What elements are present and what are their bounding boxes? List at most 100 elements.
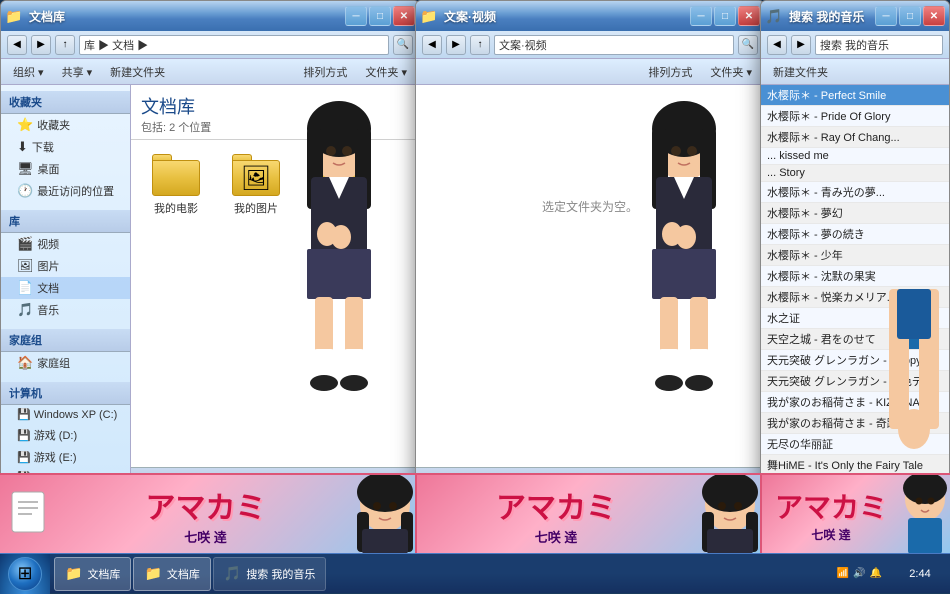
address-box-1[interactable]: 库 ▶ 文档 ▶	[79, 35, 389, 55]
toolbar-2: 排列方式 文件夹 ▾	[416, 59, 764, 85]
win-controls-1: ─ □ ✕	[345, 6, 415, 26]
titlebar-2[interactable]: 📁 文案·视频 ─ □ ✕	[416, 1, 764, 31]
search-btn-1[interactable]: 🔍	[393, 35, 413, 55]
sidebar-item-favorites[interactable]: ⭐收藏夹	[1, 114, 130, 136]
organize-btn-1[interactable]: 组织 ▾	[7, 62, 50, 82]
sort-value-1[interactable]: 文件夹 ▾	[359, 62, 413, 82]
address-text-3: 搜索 我的音乐	[820, 37, 889, 53]
titlebar-3[interactable]: 🎵 搜索 我的音乐 ─ □ ✕	[761, 1, 949, 31]
file-item-movies[interactable]: 我的电影	[141, 150, 211, 220]
music-item-0[interactable]: 水樱际＊ - Perfect Smile	[761, 85, 949, 106]
music-item-10[interactable]: 水樱际＊ - 悦楽カメリア...	[761, 287, 949, 308]
start-orb[interactable]: ⊞	[8, 557, 42, 591]
music-item-2[interactable]: 水樱际＊ - Ray Of Chang...	[761, 127, 949, 148]
file-grid-1: 我的电影 🖼 我的图片 🎵	[131, 140, 419, 230]
taskbar-item-music[interactable]: 🎵 搜索 我的音乐	[213, 557, 327, 591]
forward-btn-1[interactable]: ▶	[31, 35, 51, 55]
forward-btn-2[interactable]: ▶	[446, 35, 466, 55]
music-item-1[interactable]: 水樱际＊ - Pride Of Glory	[761, 106, 949, 127]
back-btn-3[interactable]: ◀	[767, 35, 787, 55]
sidebar-item-games-d[interactable]: 💾 游戏 (D:)	[1, 424, 130, 446]
window-body-1: 收藏夹 ⭐收藏夹 ⬇下载 🖥桌面 🕐最近访问的位置 库 🎬视频 🖼图片 📄文档 …	[1, 85, 419, 489]
maximize-btn-2[interactable]: □	[714, 6, 736, 26]
music-item-8[interactable]: 水樱际＊ - 少年	[761, 245, 949, 266]
address-box-3[interactable]: 搜索 我的音乐	[815, 35, 943, 55]
music-item-6[interactable]: 水樱际＊ - 夢幻	[761, 203, 949, 224]
empty-msg-2: 选定文件夹为空。	[542, 198, 638, 215]
lib-title-1: 文档库	[141, 93, 409, 119]
taskbar-item-explorer2[interactable]: 📁 文档库	[133, 557, 210, 591]
desktop: 📁 文档库 ─ □ ✕ ◀ ▶ ↑ 库 ▶ 文档 ▶ 🔍 组织 ▾ 共享 ▾ 新…	[0, 0, 950, 553]
music-item-14[interactable]: 天元突破 グレンラガン - 空色デイズ	[761, 371, 949, 392]
forward-btn-3[interactable]: ▶	[791, 35, 811, 55]
close-btn-2[interactable]: ✕	[738, 6, 760, 26]
lib-header-1: 文档库 包括: 2 个位置	[131, 85, 419, 140]
back-btn-1[interactable]: ◀	[7, 35, 27, 55]
minimize-btn-2[interactable]: ─	[690, 6, 712, 26]
close-btn-3[interactable]: ✕	[923, 6, 945, 26]
back-btn-2[interactable]: ◀	[422, 35, 442, 55]
address-text-1: 库 ▶ 文档 ▶	[84, 37, 148, 53]
window-icon-2: 📁	[420, 8, 436, 24]
file-item-pics[interactable]: 🖼 我的图片	[221, 150, 291, 220]
new-folder-btn-3[interactable]: 新建文件夹	[767, 62, 834, 82]
music-item-16[interactable]: 我が家のお稲荷さま - 奇跡 ～ I believe in you	[761, 413, 949, 434]
start-button[interactable]: ⊞	[0, 554, 50, 594]
window-icon-3: 🎵	[765, 8, 781, 24]
file-name-pics: 我的图片	[234, 200, 278, 216]
titlebar-1[interactable]: 📁 文档库 ─ □ ✕	[1, 1, 419, 31]
music-item-12[interactable]: 天空之城 - 君をのせて	[761, 329, 949, 350]
sidebar-item-desktop[interactable]: 🖥桌面	[1, 158, 130, 180]
taskbar-item-explorer1[interactable]: 📁 文档库	[54, 557, 131, 591]
sidebar-item-pictures[interactable]: 🖼图片	[1, 255, 130, 277]
sidebar-item-games-e[interactable]: 💾 游戏 (E:)	[1, 446, 130, 468]
sidebar-header-computer: 计算机	[1, 382, 130, 405]
up-btn-1[interactable]: ↑	[55, 35, 75, 55]
music-item-5[interactable]: 水樱际＊ - 青み光の夢...	[761, 182, 949, 203]
content-msg-2: 选定文件夹为空。	[416, 85, 764, 327]
minimize-btn-3[interactable]: ─	[875, 6, 897, 26]
sidebar-item-video[interactable]: 🎬视频	[1, 233, 130, 255]
banner-subtitle-2: 七咲 逹	[535, 527, 578, 546]
taskbar-clock[interactable]: 2:44	[890, 568, 950, 580]
tray-icon-action[interactable]: 🔔	[870, 568, 882, 579]
sidebar-item-winxp[interactable]: 💾 Windows XP (C:)	[1, 405, 130, 424]
search-btn-2[interactable]: 🔍	[738, 35, 758, 55]
minimize-btn-1[interactable]: ─	[345, 6, 367, 26]
taskbar-icon-2: 📁	[144, 565, 161, 582]
address-box-2[interactable]: 文案·视频	[494, 35, 734, 55]
taskbar-tray: 📶 🔊 🔔	[829, 568, 890, 579]
sidebar-item-music[interactable]: 🎵音乐	[1, 299, 130, 321]
share-btn-1[interactable]: 共享 ▾	[56, 62, 99, 82]
window-explorer-1: 📁 文档库 ─ □ ✕ ◀ ▶ ↑ 库 ▶ 文档 ▶ 🔍 组织 ▾ 共享 ▾ 新…	[0, 0, 420, 490]
music-item-13[interactable]: 天元突破 グレンラガン - Happy Ever After	[761, 350, 949, 371]
up-btn-2[interactable]: ↑	[470, 35, 490, 55]
sidebar-1: 收藏夹 ⭐收藏夹 ⬇下载 🖥桌面 🕐最近访问的位置 库 🎬视频 🖼图片 📄文档 …	[1, 85, 131, 489]
music-item-7[interactable]: 水樱际＊ - 夢の続き	[761, 224, 949, 245]
file-item-music[interactable]: 🎵 我的音乐	[301, 150, 371, 220]
music-item-11[interactable]: 水之证	[761, 308, 949, 329]
taskbar: ⊞ 📁 文档库 📁 文档库 🎵 搜索 我的音乐 📶 🔊 🔔 2:44	[0, 553, 950, 593]
music-item-17[interactable]: 无尽の华丽証	[761, 434, 949, 455]
sort-label-2[interactable]: 排列方式	[642, 62, 698, 82]
music-item-15[interactable]: 我が家のお稲荷さま - KIZU-NA- 绊 する者	[761, 392, 949, 413]
banner-title-1: アマカミ	[146, 483, 266, 527]
music-item-4[interactable]: ... Story	[761, 165, 949, 182]
maximize-btn-3[interactable]: □	[899, 6, 921, 26]
close-btn-1[interactable]: ✕	[393, 6, 415, 26]
sidebar-item-docs[interactable]: 📄文档	[1, 277, 130, 299]
new-folder-btn-1[interactable]: 新建文件夹	[104, 62, 171, 82]
tray-icon-volume[interactable]: 🔊	[853, 568, 865, 579]
sort-value-2[interactable]: 文件夹 ▾	[704, 62, 758, 82]
sidebar-header-homegroup: 家庭组	[1, 329, 130, 352]
sort-label-1[interactable]: 排列方式	[297, 62, 353, 82]
tray-icon-network[interactable]: 📶	[837, 568, 849, 579]
banner-char-3	[900, 474, 950, 553]
maximize-btn-1[interactable]: □	[369, 6, 391, 26]
music-item-9[interactable]: 水樱际＊ - 沈默の果実	[761, 266, 949, 287]
sidebar-item-homegroup[interactable]: 🏠家庭组	[1, 352, 130, 374]
sidebar-item-recent[interactable]: 🕐最近访问的位置	[1, 180, 130, 202]
music-item-3[interactable]: ... kissed me	[761, 148, 949, 165]
sidebar-item-downloads[interactable]: ⬇下载	[1, 136, 130, 158]
banner-doc-icon-1	[8, 488, 53, 541]
